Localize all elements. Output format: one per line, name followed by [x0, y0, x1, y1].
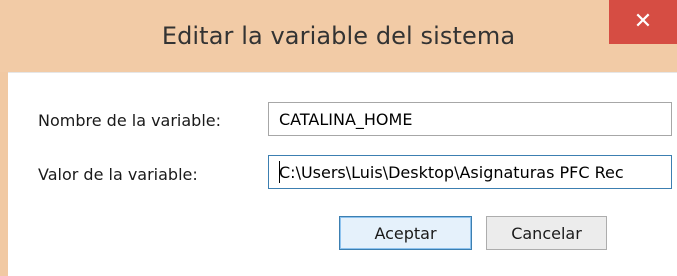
variable-name-field[interactable]	[268, 102, 672, 136]
accept-button[interactable]: Aceptar	[339, 216, 472, 250]
dialog-content: Nombre de la variable: Valor de la varia…	[8, 72, 677, 276]
close-button[interactable]: ✕	[609, 0, 677, 44]
title-bar: Editar la variable del sistema ✕	[0, 0, 677, 72]
variable-value-label: Valor de la variable:	[38, 165, 198, 184]
variable-name-label: Nombre de la variable:	[38, 111, 222, 130]
cancel-button[interactable]: Cancelar	[486, 216, 607, 250]
close-icon: ✕	[633, 9, 653, 34]
text-caret	[279, 161, 280, 183]
window-title: Editar la variable del sistema	[161, 22, 516, 50]
dialog-window: Editar la variable del sistema ✕ Nombre …	[0, 0, 677, 276]
variable-value-field[interactable]	[268, 155, 672, 189]
